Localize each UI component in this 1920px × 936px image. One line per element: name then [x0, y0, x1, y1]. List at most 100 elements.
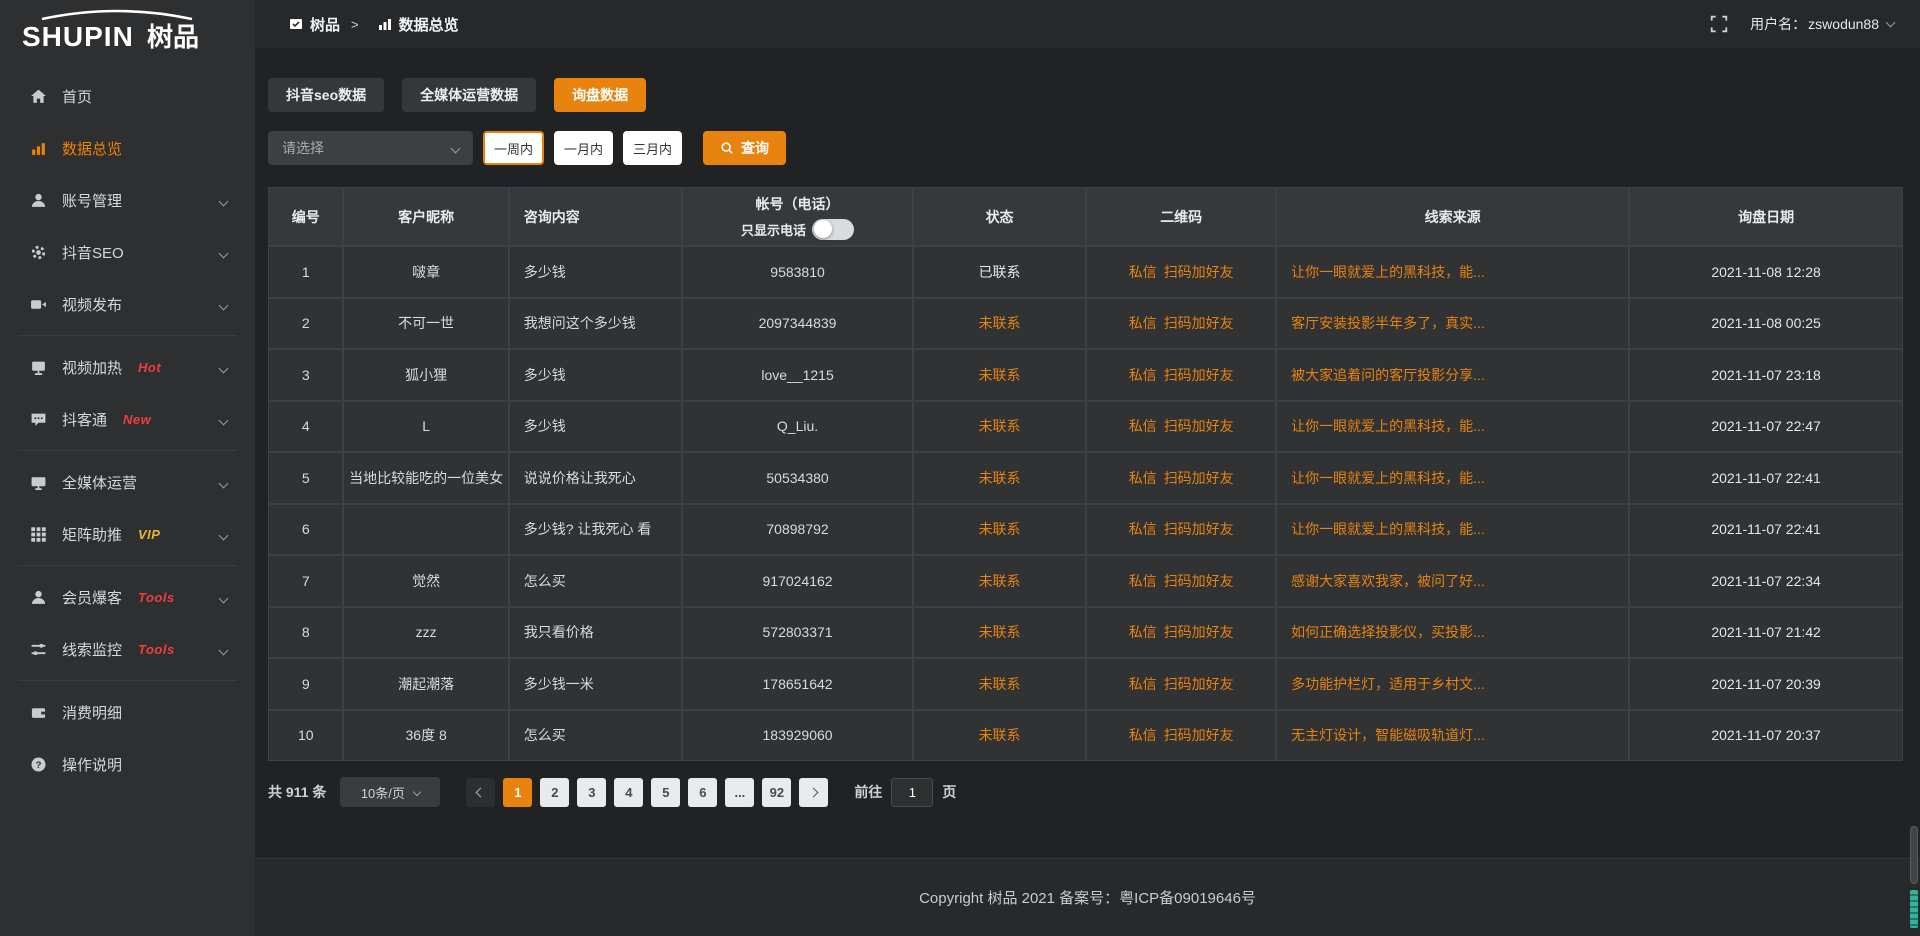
breadcrumb-home[interactable]: 树品: [310, 14, 340, 35]
scan-add-friend-link[interactable]: 扫码加好友: [1164, 365, 1234, 385]
tab-douyin-seo-data[interactable]: 抖音seo数据: [268, 78, 384, 112]
lead-source-link[interactable]: 客厅安装投影半年多了，真实...: [1291, 313, 1485, 333]
page-button-4[interactable]: 4: [614, 778, 643, 807]
sidebar-item-home[interactable]: 首页: [0, 70, 255, 122]
inquiry-content: 多少钱: [510, 350, 681, 400]
account-phone: 178651642: [683, 659, 912, 709]
lead-source-cell: 被大家追着问的客厅投影分享...: [1277, 350, 1628, 400]
sidebar-item-douyin-seo[interactable]: 抖音SEO: [0, 226, 255, 278]
private-message-link[interactable]: 私信: [1129, 622, 1157, 642]
scan-add-friend-link[interactable]: 扫码加好友: [1164, 571, 1234, 591]
status-text: 未联系: [914, 299, 1085, 349]
menu-divider: [18, 680, 237, 681]
table-row: 10 36度 8 怎么买 183929060 未联系 私信 扫码加好友 无主灯设…: [269, 711, 1902, 761]
page-button-5[interactable]: 5: [651, 778, 680, 807]
scan-add-friend-link[interactable]: 扫码加好友: [1164, 725, 1234, 745]
sidebar-item-label: 矩阵助推: [62, 524, 122, 545]
filter-select[interactable]: 请选择: [268, 131, 473, 165]
prev-page-button[interactable]: [466, 778, 495, 807]
sidebar-item-account-management[interactable]: 账号管理: [0, 174, 255, 226]
footer: Copyright 树品 2021 备案号：粤ICP备09019646号: [255, 858, 1920, 936]
sidebar-item-omnimedia-operation[interactable]: 全媒体运营: [0, 456, 255, 508]
search-button[interactable]: 查询: [703, 131, 786, 165]
qrcode-cell: 私信 扫码加好友: [1087, 608, 1275, 658]
private-message-link[interactable]: 私信: [1129, 725, 1157, 745]
tools-badge: Tools: [138, 642, 175, 657]
scan-add-friend-link[interactable]: 扫码加好友: [1164, 674, 1234, 694]
phone-only-toggle[interactable]: [812, 219, 854, 240]
table-body: 1 啵章 多少钱 9583810 已联系 私信 扫码加好友 让你一眼就爱上的黑科…: [269, 247, 1902, 760]
scan-add-friend-link[interactable]: 扫码加好友: [1164, 313, 1234, 333]
scan-add-friend-link[interactable]: 扫码加好友: [1164, 416, 1234, 436]
lead-source-link[interactable]: 让你一眼就爱上的黑科技，能...: [1291, 519, 1485, 539]
page-size-select[interactable]: 10条/页: [340, 777, 440, 807]
row-number: 2: [269, 299, 342, 349]
lead-source-link[interactable]: 被大家追着问的客厅投影分享...: [1291, 365, 1485, 385]
lead-source-link[interactable]: 无主灯设计，智能磁吸轨道灯...: [1291, 725, 1485, 745]
sidebar-menu: 首页 数据总览 账号管理 抖音SEO: [0, 62, 255, 790]
inquiry-content: 怎么买: [510, 556, 681, 606]
sidebar-item-data-overview[interactable]: 数据总览: [0, 122, 255, 174]
lead-source-link[interactable]: 感谢大家喜欢我家，被问了好...: [1291, 571, 1485, 591]
scrollbar-thumb[interactable]: [1910, 826, 1918, 884]
lead-source-link[interactable]: 让你一眼就爱上的黑科技，能...: [1291, 262, 1485, 282]
private-message-link[interactable]: 私信: [1129, 571, 1157, 591]
page-ellipsis-button[interactable]: ...: [725, 778, 754, 807]
account-phone: Q_Liu.: [683, 402, 912, 452]
page-button-1[interactable]: 1: [503, 778, 532, 807]
lead-source-cell: 多功能护栏灯，适用于乡村文...: [1277, 659, 1628, 709]
next-page-button[interactable]: [799, 778, 828, 807]
sidebar-item-spending-details[interactable]: 消费明细: [0, 686, 255, 738]
private-message-link[interactable]: 私信: [1129, 416, 1157, 436]
scan-add-friend-link[interactable]: 扫码加好友: [1164, 468, 1234, 488]
private-message-link[interactable]: 私信: [1129, 468, 1157, 488]
qrcode-cell: 私信 扫码加好友: [1087, 556, 1275, 606]
lead-source-link[interactable]: 让你一眼就爱上的黑科技，能...: [1291, 468, 1485, 488]
range-month-button[interactable]: 一月内: [554, 131, 613, 165]
goto-page-input[interactable]: [891, 778, 933, 807]
scan-add-friend-link[interactable]: 扫码加好友: [1164, 622, 1234, 642]
sidebar-item-douketong[interactable]: 抖客通 New: [0, 393, 255, 445]
sidebar-item-video-publish[interactable]: 视频发布: [0, 278, 255, 330]
page-button-92[interactable]: 92: [762, 778, 791, 807]
sidebar-item-video-heat[interactable]: 视频加热 Hot: [0, 341, 255, 393]
sidebar-item-matrix-boost[interactable]: 矩阵助推 VIP: [0, 508, 255, 560]
page-button-2[interactable]: 2: [540, 778, 569, 807]
private-message-link[interactable]: 私信: [1129, 262, 1157, 282]
member-icon: [30, 589, 47, 606]
table-row: 2 不可一世 我想问这个多少钱 2097344839 未联系 私信 扫码加好友 …: [269, 299, 1902, 349]
breadcrumb-chart-icon: [378, 17, 392, 31]
lead-source-cell: 让你一眼就爱上的黑科技，能...: [1277, 247, 1628, 297]
range-quarter-button[interactable]: 三月内: [623, 131, 682, 165]
inquiry-date: 2021-11-07 23:18: [1630, 350, 1902, 400]
private-message-link[interactable]: 私信: [1129, 519, 1157, 539]
lead-source-link[interactable]: 让你一眼就爱上的黑科技，能...: [1291, 416, 1485, 436]
sidebar-item-instructions[interactable]: ? 操作说明: [0, 738, 255, 790]
private-message-link[interactable]: 私信: [1129, 313, 1157, 333]
tab-omnimedia-data[interactable]: 全媒体运营数据: [402, 78, 536, 112]
user-menu[interactable]: 用户名：zswodun88: [1750, 14, 1894, 34]
status-text: 未联系: [914, 608, 1085, 658]
fullscreen-icon[interactable]: [1710, 15, 1728, 33]
private-message-link[interactable]: 私信: [1129, 674, 1157, 694]
tab-inquiry-data[interactable]: 询盘数据: [554, 78, 646, 112]
toggle-knob: [814, 220, 832, 238]
qrcode-cell: 私信 扫码加好友: [1087, 247, 1275, 297]
lead-source-link[interactable]: 多功能护栏灯，适用于乡村文...: [1291, 674, 1485, 694]
page-button-3[interactable]: 3: [577, 778, 606, 807]
private-message-link[interactable]: 私信: [1129, 365, 1157, 385]
scan-add-friend-link[interactable]: 扫码加好友: [1164, 519, 1234, 539]
range-week-button[interactable]: 一周内: [483, 131, 544, 165]
pagination: 共 911 条 10条/页 1 2 3 4 5 6 ... 92 前往 页: [268, 777, 1903, 807]
data-tabs: 抖音seo数据 全媒体运营数据 询盘数据: [268, 78, 1903, 112]
col-header-no: 编号: [269, 188, 342, 245]
account-phone: 50534380: [683, 453, 912, 503]
scan-add-friend-link[interactable]: 扫码加好友: [1164, 262, 1234, 282]
lead-source-link[interactable]: 如何正确选择投影仪，买投影...: [1291, 622, 1485, 642]
customer-nickname: 当地比较能吃的一位美女: [344, 453, 507, 503]
page-button-6[interactable]: 6: [688, 778, 717, 807]
sidebar-item-lead-monitoring[interactable]: 线索监控 Tools: [0, 623, 255, 675]
status-text: 未联系: [914, 659, 1085, 709]
filter-select-placeholder: 请选择: [282, 138, 324, 158]
sidebar-item-member-leads[interactable]: 会员爆客 Tools: [0, 571, 255, 623]
